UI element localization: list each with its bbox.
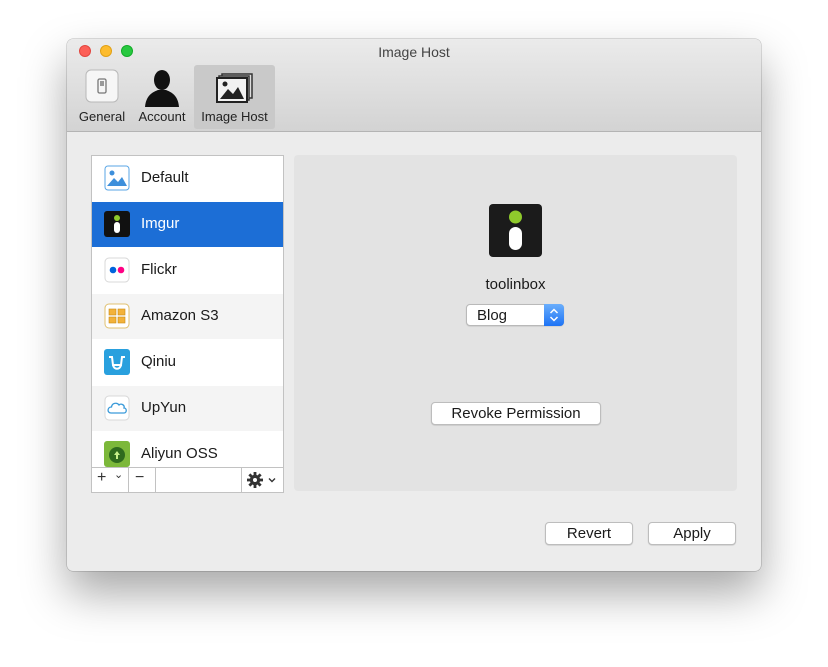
host-list[interactable]: Default Imgur Flickr Amazon S3 Qiniu UpY… bbox=[91, 155, 284, 469]
photos-icon bbox=[215, 72, 254, 109]
imgur-icon bbox=[104, 211, 130, 237]
window-title: Image Host bbox=[378, 44, 450, 60]
list-item-default[interactable]: Default bbox=[92, 156, 283, 201]
tab-general[interactable]: General bbox=[75, 65, 129, 129]
tab-account-label: Account bbox=[138, 109, 186, 124]
user-silhouette-icon bbox=[142, 67, 182, 112]
tab-general-label: General bbox=[78, 109, 126, 124]
image-icon bbox=[104, 165, 130, 191]
toolbar: Image Host General Account Image Host bbox=[67, 39, 761, 132]
flickr-icon bbox=[104, 257, 130, 283]
imgur-logo-icon bbox=[489, 204, 542, 257]
gear-icon bbox=[246, 471, 264, 494]
amazon-s3-icon bbox=[104, 303, 130, 329]
list-item-upyun[interactable]: UpYun bbox=[92, 386, 283, 431]
host-detail-panel: toolinbox Blog Revoke Permission bbox=[294, 155, 737, 491]
list-item-label: Imgur bbox=[141, 215, 180, 232]
revert-button[interactable]: Revert bbox=[545, 522, 633, 545]
list-bar-spacer bbox=[156, 468, 242, 492]
list-item-label: Default bbox=[141, 169, 189, 186]
list-item-label: Qiniu bbox=[141, 353, 177, 370]
album-select[interactable]: Blog bbox=[466, 304, 564, 326]
tab-image-host-label: Image Host bbox=[201, 109, 268, 124]
list-item-qiniu[interactable]: Qiniu bbox=[92, 340, 283, 385]
action-menu-button[interactable] bbox=[242, 468, 283, 492]
preferences-window: Image Host General Account Image Host De… bbox=[67, 39, 761, 571]
add-host-button[interactable]: + ⌄ bbox=[92, 468, 129, 492]
chevron-down-icon bbox=[267, 472, 277, 490]
list-item-flickr[interactable]: Flickr bbox=[92, 248, 283, 293]
cloud-icon bbox=[104, 395, 130, 421]
apply-button[interactable]: Apply bbox=[648, 522, 736, 545]
qiniu-icon bbox=[104, 349, 130, 375]
chevron-down-icon: ⌄ bbox=[114, 469, 124, 481]
up-down-arrows-icon bbox=[544, 304, 564, 326]
content-area: Default Imgur Flickr Amazon S3 Qiniu UpY… bbox=[67, 132, 761, 571]
revoke-permission-button[interactable]: Revoke Permission bbox=[431, 402, 601, 425]
list-action-bar: + ⌄ − bbox=[91, 467, 284, 493]
remove-host-button[interactable]: − bbox=[129, 468, 156, 492]
list-item-label: UpYun bbox=[141, 399, 187, 416]
list-item-aliyun-oss[interactable]: Aliyun OSS bbox=[92, 432, 283, 468]
list-item-imgur[interactable]: Imgur bbox=[92, 202, 283, 247]
list-item-label: Flickr bbox=[141, 261, 177, 278]
aliyun-icon bbox=[104, 441, 130, 467]
switch-icon bbox=[85, 69, 119, 108]
list-item-label: Amazon S3 bbox=[141, 307, 219, 324]
tab-image-host[interactable]: Image Host bbox=[194, 65, 275, 129]
album-select-value: Blog bbox=[477, 307, 508, 324]
list-item-amazon-s3[interactable]: Amazon S3 bbox=[92, 294, 283, 339]
tab-account[interactable]: Account bbox=[133, 65, 191, 129]
account-name: toolinbox bbox=[485, 276, 546, 293]
list-item-label: Aliyun OSS bbox=[141, 445, 218, 462]
